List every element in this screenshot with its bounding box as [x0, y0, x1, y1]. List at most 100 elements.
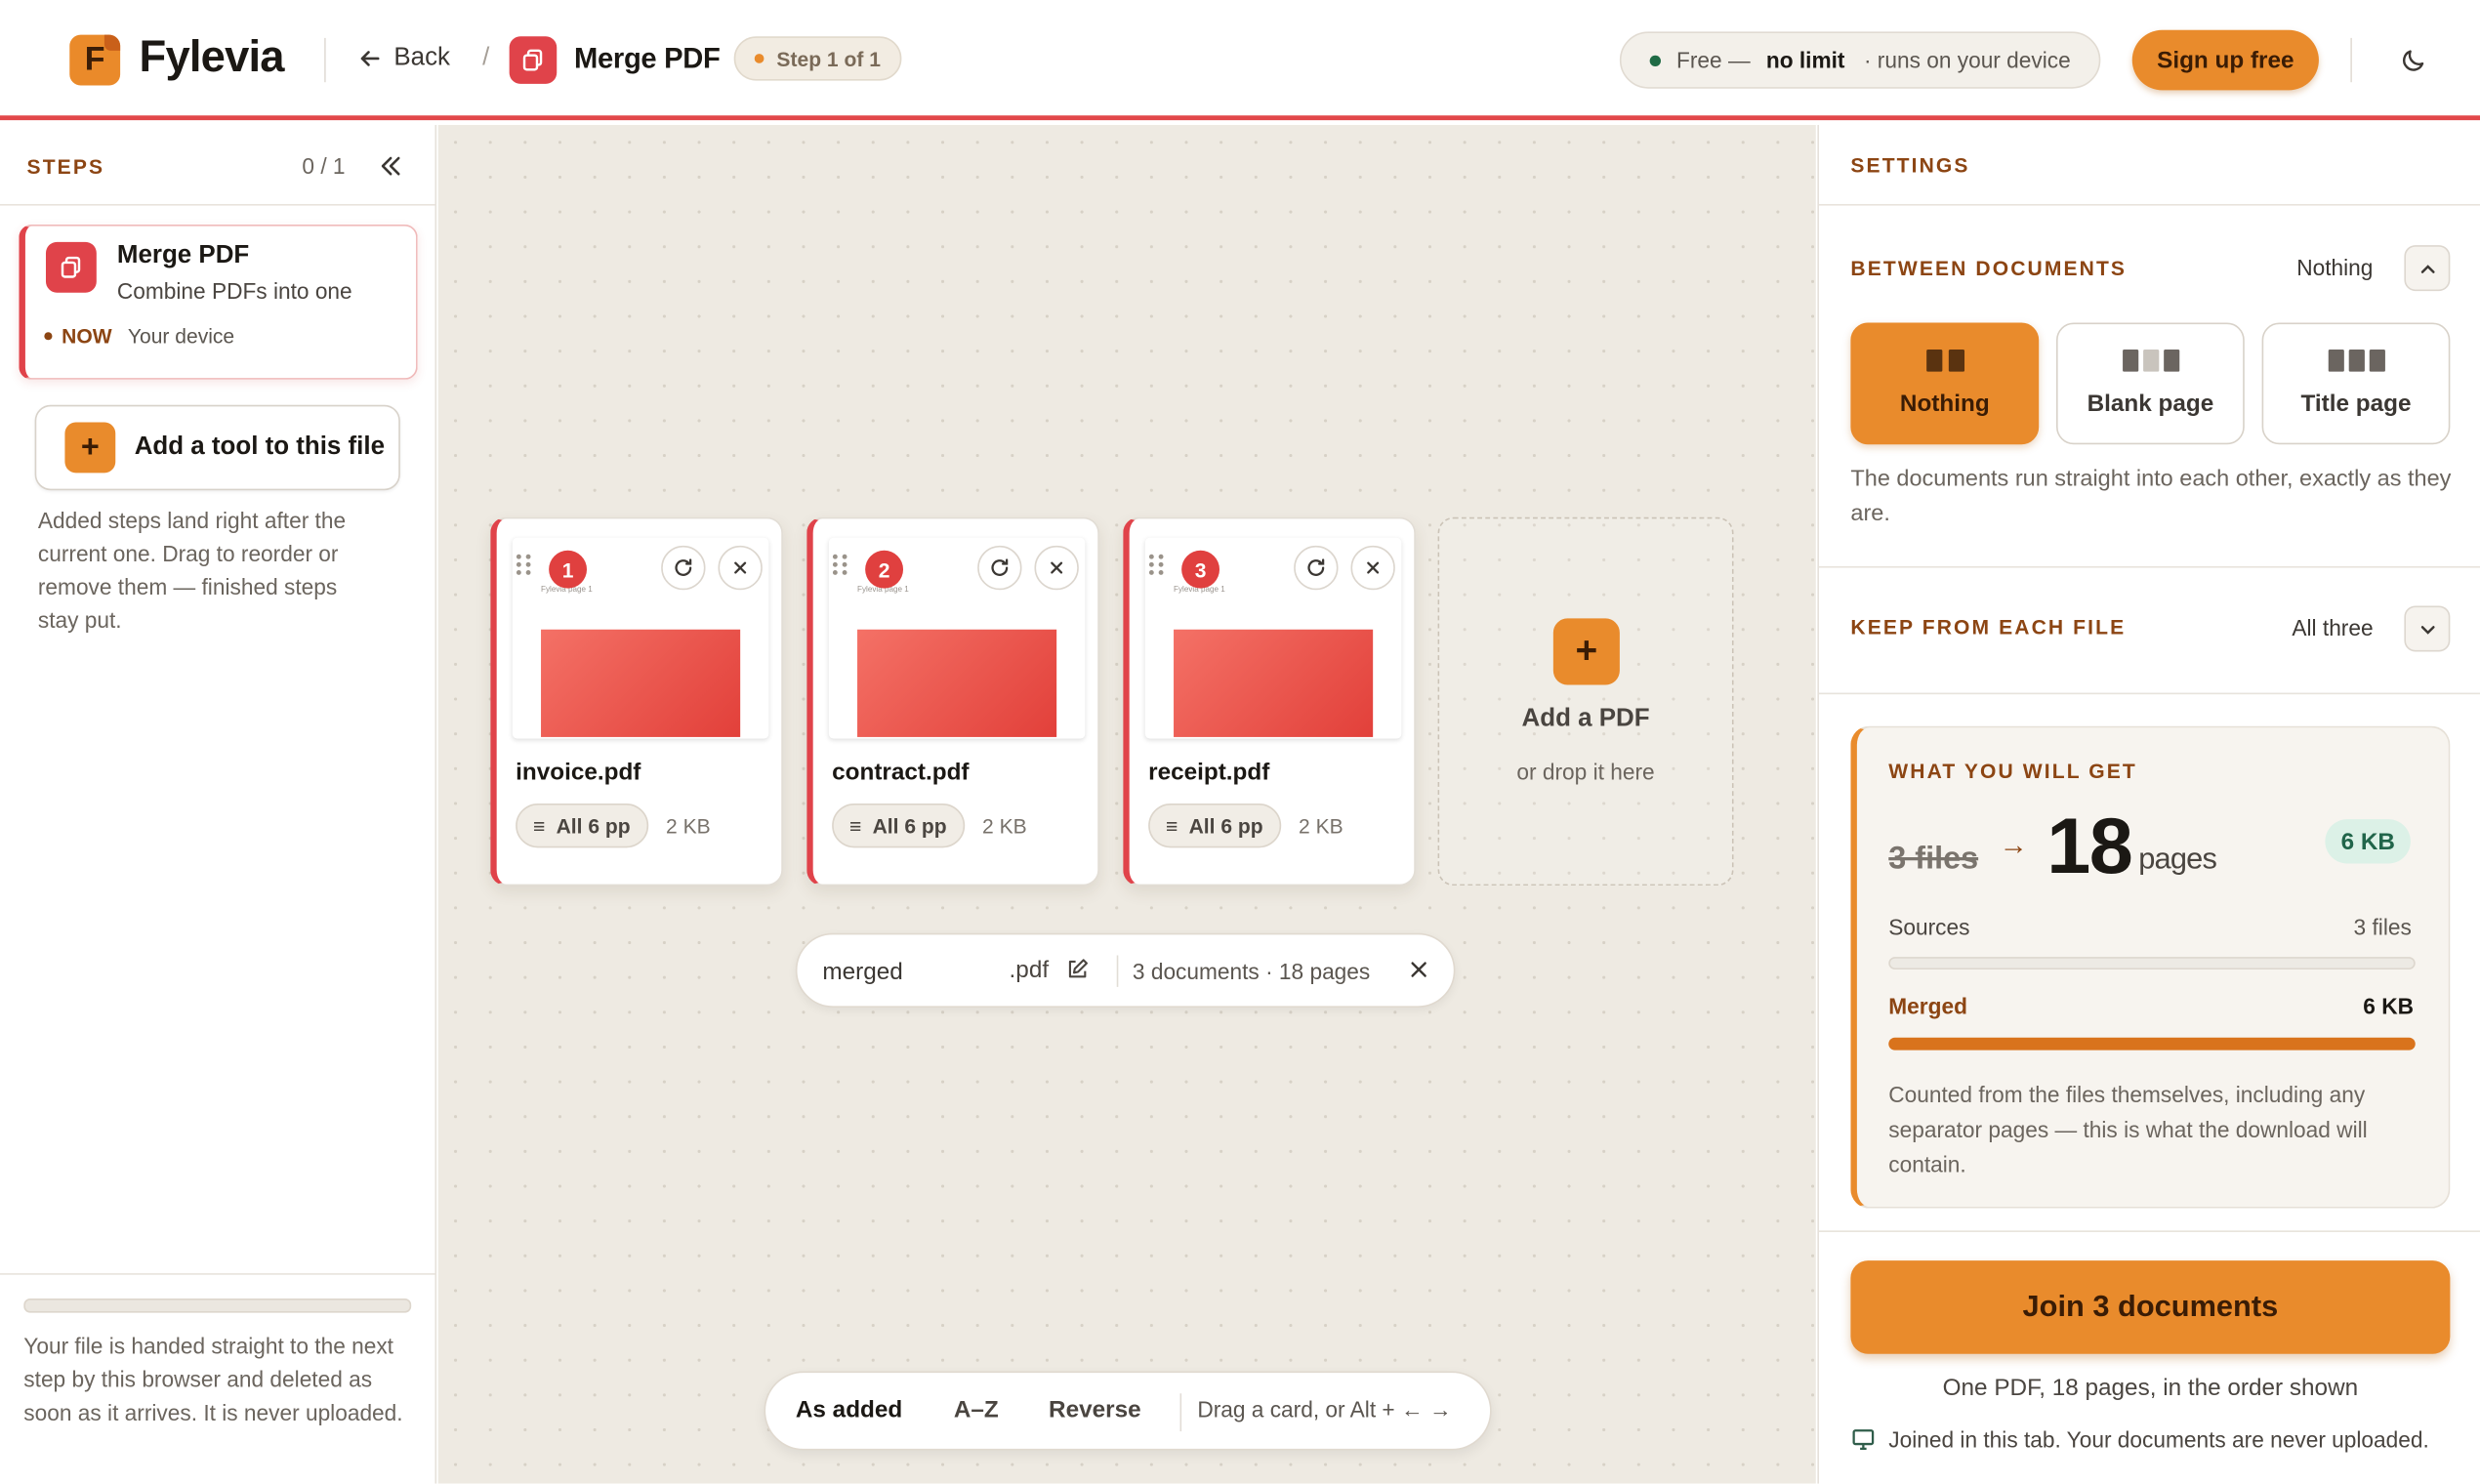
file-name: receipt.pdf	[1148, 759, 1270, 787]
sort-as-added[interactable]: As added	[796, 1396, 902, 1423]
step-card-merge-pdf[interactable]: Merge PDF Combine PDFs into one NOW Your…	[19, 225, 418, 380]
breadcrumb-separator: /	[482, 44, 490, 71]
add-tool-label: Add a tool to this file	[134, 433, 386, 461]
chevron-down-icon[interactable]	[2404, 605, 2451, 652]
order-badge: 2	[865, 550, 904, 589]
add-pdf-subtitle: or drop it here	[1516, 759, 1655, 785]
sort-toolbar: As added A–Z Reverse Drag a card, or Alt…	[764, 1371, 1492, 1451]
size-badge: 6 KB	[2325, 819, 2412, 864]
between-label: BETWEEN DOCUMENTS	[1850, 256, 2128, 280]
handoff-progress	[23, 1298, 412, 1313]
back-button[interactable]: Back	[357, 44, 450, 72]
add-pdf-title: Add a PDF	[1521, 705, 1650, 733]
option-nothing[interactable]: Nothing	[1850, 322, 2040, 445]
add-pdf-dropzone[interactable]: + Add a PDF or drop it here	[1437, 516, 1734, 886]
step-badge: Step 1 of 1	[733, 36, 901, 81]
keep-label: KEEP FROM EACH FILE	[1850, 615, 2127, 639]
sources-value: 3 files	[2353, 914, 2412, 940]
close-icon[interactable]	[1350, 545, 1395, 591]
between-help: The documents run straight into each oth…	[1850, 466, 2452, 527]
file-card[interactable]: Fylevia page 1 3 receipt.pdf ≡ All 6 pp 2…	[1123, 516, 1416, 886]
drag-handle-icon[interactable]	[1147, 552, 1166, 577]
edit-icon[interactable]	[1066, 959, 1089, 981]
result-note: Counted from the files themselves, inclu…	[1888, 1082, 2368, 1177]
merge-pdf-icon	[509, 36, 558, 84]
merged-bar-fill	[1888, 1037, 2416, 1051]
page-title: Merge PDF	[574, 42, 721, 75]
rotate-icon[interactable]	[977, 545, 1022, 591]
arrow-right-icon: →	[1999, 828, 2028, 861]
join-documents-button[interactable]: Join 3 documents	[1850, 1260, 2451, 1354]
list-icon: ≡	[1165, 813, 1178, 838]
monitor-icon	[1852, 1429, 1875, 1451]
add-tool-help: Added steps land right after the current…	[37, 508, 347, 633]
plus-icon: +	[64, 422, 116, 474]
output-name-input[interactable]	[822, 952, 1004, 991]
sources-bar	[1888, 957, 2416, 970]
between-value: Nothing	[2296, 254, 2374, 280]
title-page-icon	[2327, 350, 2385, 372]
drag-handle-icon[interactable]	[831, 552, 849, 577]
no-separator-icon	[1925, 350, 1964, 372]
rotate-icon[interactable]	[661, 545, 706, 591]
settings-panel: SETTINGS BETWEEN DOCUMENTS Nothing Nothi…	[1817, 124, 2480, 1484]
option-title-page[interactable]: Title page	[2261, 322, 2451, 445]
page-count: 18	[2046, 802, 2132, 891]
add-tool-button[interactable]: + Add a tool to this file	[34, 404, 400, 491]
steps-label: STEPS	[26, 154, 105, 180]
file-card[interactable]: Fylevia page 1 2 contract.pdf ≡ All 6 pp …	[806, 516, 1099, 886]
chevron-up-icon[interactable]	[2404, 245, 2451, 292]
merge-pdf-icon	[45, 241, 97, 293]
arrow-left-icon	[360, 51, 380, 66]
page-count-unit: pages	[2138, 843, 2217, 877]
sort-a-z[interactable]: A–Z	[954, 1396, 999, 1423]
divider	[2350, 37, 2352, 83]
list-icon: ≡	[532, 813, 546, 838]
reorder-hint: Drag a card, or Alt + ← →	[1197, 1396, 1452, 1422]
back-label: Back	[393, 44, 451, 71]
join-subtext: One PDF, 18 pages, in the order shown	[1942, 1374, 2359, 1402]
divider	[324, 37, 326, 83]
handoff-note: Your file is handed straight to the next…	[23, 1333, 403, 1425]
sort-reverse[interactable]: Reverse	[1049, 1396, 1141, 1423]
close-icon[interactable]	[718, 545, 763, 591]
file-name: contract.pdf	[832, 759, 970, 787]
order-badge: 1	[549, 550, 588, 589]
step-title: Merge PDF	[116, 241, 250, 269]
plan-status: Free — no limit · runs on your device	[1619, 31, 2101, 89]
plus-icon: +	[1552, 618, 1620, 685]
sign-up-button[interactable]: Sign up free	[2131, 29, 2319, 91]
logo-icon: F	[69, 34, 121, 86]
merged-bar	[1888, 1037, 2416, 1051]
collapse-icon[interactable]	[377, 152, 408, 184]
status-dot	[1649, 54, 1661, 66]
close-icon[interactable]	[1034, 545, 1079, 591]
step-subtitle: Combine PDFs into one	[116, 278, 352, 305]
steps-count: 0 / 1	[302, 153, 346, 180]
divider	[1116, 955, 1119, 987]
list-icon: ≡	[848, 813, 862, 838]
output-name-bar: .pdf 3 documents · 18 pages	[795, 932, 1456, 1008]
merged-label: Merged	[1888, 993, 1967, 1019]
settings-label: SETTINGS	[1850, 153, 1970, 178]
rotate-icon[interactable]	[1294, 545, 1339, 591]
moon-icon[interactable]	[2396, 43, 2431, 78]
merged-value: 6 KB	[2363, 993, 2414, 1019]
app-window: F Fylevia Back / Merge PDF Step 1 of 1 F…	[0, 0, 2480, 1484]
option-blank-page[interactable]: Blank page	[2056, 322, 2245, 445]
drag-handle-icon[interactable]	[515, 552, 533, 577]
result-summary: WHAT YOU WILL GET 3 files → 18 pages 6 K…	[1850, 725, 2451, 1209]
top-bar: F Fylevia Back / Merge PDF Step 1 of 1 F…	[0, 0, 2480, 121]
output-summary: 3 documents · 18 pages	[1132, 958, 1371, 984]
keep-value: All three	[2292, 615, 2374, 641]
clear-icon[interactable]	[1408, 959, 1433, 984]
page-range-button[interactable]: ≡ All 6 pp	[516, 803, 648, 848]
page-range-button[interactable]: ≡ All 6 pp	[1148, 803, 1281, 848]
file-size: 2 KB	[982, 814, 1027, 839]
file-size: 2 KB	[1299, 814, 1343, 839]
blank-page-icon	[2122, 350, 2179, 372]
steps-panel: STEPS 0 / 1 Merge PDF Combine PDFs into …	[0, 124, 437, 1484]
page-range-button[interactable]: ≡ All 6 pp	[832, 803, 965, 848]
file-card[interactable]: Fylevia page 1 1 invoice.pdf ≡ All 6 pp 2…	[490, 516, 783, 886]
result-label: WHAT YOU WILL GET	[1888, 759, 2137, 783]
